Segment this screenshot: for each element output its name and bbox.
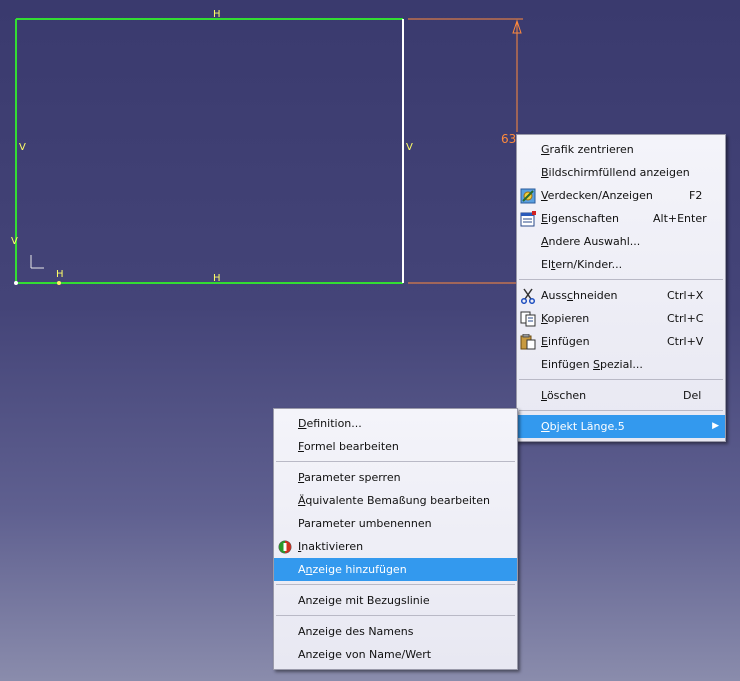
shortcut-hide-show: F2 [689, 189, 703, 202]
constraint-label-origin-h: H [56, 269, 64, 280]
constraint-label-origin-v: V [11, 236, 18, 247]
submenu-item-display-name-value[interactable]: Anzeige von Name/Wert [274, 643, 517, 666]
context-menu: Grafik zentrieren Bildschirmfüllend anze… [516, 134, 726, 442]
menu-separator [276, 584, 515, 585]
shortcut-paste: Ctrl+V [667, 335, 704, 348]
constraint-label-bottom: H [213, 273, 221, 284]
constraint-label-right: V [406, 142, 413, 153]
submenu-item-display-with-leader[interactable]: Anzeige mit Bezugslinie [274, 589, 517, 612]
menu-item-other-selection[interactable]: Andere Auswahl... [517, 230, 725, 253]
menu-item-properties[interactable]: Eigenschaften Alt+Enter [517, 207, 725, 230]
cut-icon [520, 288, 536, 304]
shortcut-delete: Del [683, 389, 702, 402]
properties-icon [520, 211, 536, 227]
shortcut-properties: Alt+Enter [653, 212, 707, 225]
copy-icon [520, 311, 536, 327]
menu-separator [519, 410, 723, 411]
submenu-item-rename-parameter[interactable]: Parameter umbenennen [274, 512, 517, 535]
menu-item-cut[interactable]: Ausschneiden Ctrl+X [517, 284, 725, 307]
menu-separator [519, 279, 723, 280]
submenu-item-display-name[interactable]: Anzeige des Namens [274, 620, 517, 643]
menu-item-object-length[interactable]: Objekt Länge.5 ▶ [517, 415, 725, 438]
menu-separator [519, 379, 723, 380]
paste-icon [520, 334, 536, 350]
menu-separator [276, 615, 515, 616]
menu-item-delete[interactable]: Löschen Del [517, 384, 725, 407]
deactivate-icon [278, 540, 292, 554]
object-submenu: Definition... Formel bearbeiten Paramete… [273, 408, 518, 670]
menu-item-fit-all[interactable]: Bildschirmfüllend anzeigen [517, 161, 725, 184]
constraint-point [57, 281, 61, 285]
constraint-label-left: V [19, 142, 26, 153]
submenu-arrow-icon: ▶ [712, 421, 719, 431]
show-hide-icon [520, 188, 536, 204]
constraint-label-top: H [213, 9, 221, 20]
submenu-item-deactivate[interactable]: Inaktivieren [274, 535, 517, 558]
submenu-item-edit-equivalent-dimension[interactable]: Äquivalente Bemaßung bearbeiten [274, 489, 517, 512]
submenu-item-lock-parameter[interactable]: Parameter sperren [274, 466, 517, 489]
submenu-item-definition[interactable]: Definition... [274, 412, 517, 435]
submenu-item-edit-formula[interactable]: Formel bearbeiten [274, 435, 517, 458]
menu-item-hide-show[interactable]: Verdecken/Anzeigen F2 [517, 184, 725, 207]
menu-item-paste-special[interactable]: Einfügen Spezial... [517, 353, 725, 376]
menu-separator [276, 461, 515, 462]
menu-item-copy[interactable]: Kopieren Ctrl+C [517, 307, 725, 330]
menu-item-parents-children[interactable]: Eltern/Kinder... [517, 253, 725, 276]
menu-item-paste[interactable]: Einfügen Ctrl+V [517, 330, 725, 353]
submenu-item-add-display[interactable]: Anzeige hinzufügen [274, 558, 517, 581]
menu-item-center-graph[interactable]: Grafik zentrieren [517, 138, 725, 161]
origin-point[interactable] [14, 281, 18, 285]
dimension-value[interactable]: 63 [501, 132, 516, 146]
shortcut-cut: Ctrl+X [667, 289, 704, 302]
shortcut-copy: Ctrl+C [667, 312, 704, 325]
